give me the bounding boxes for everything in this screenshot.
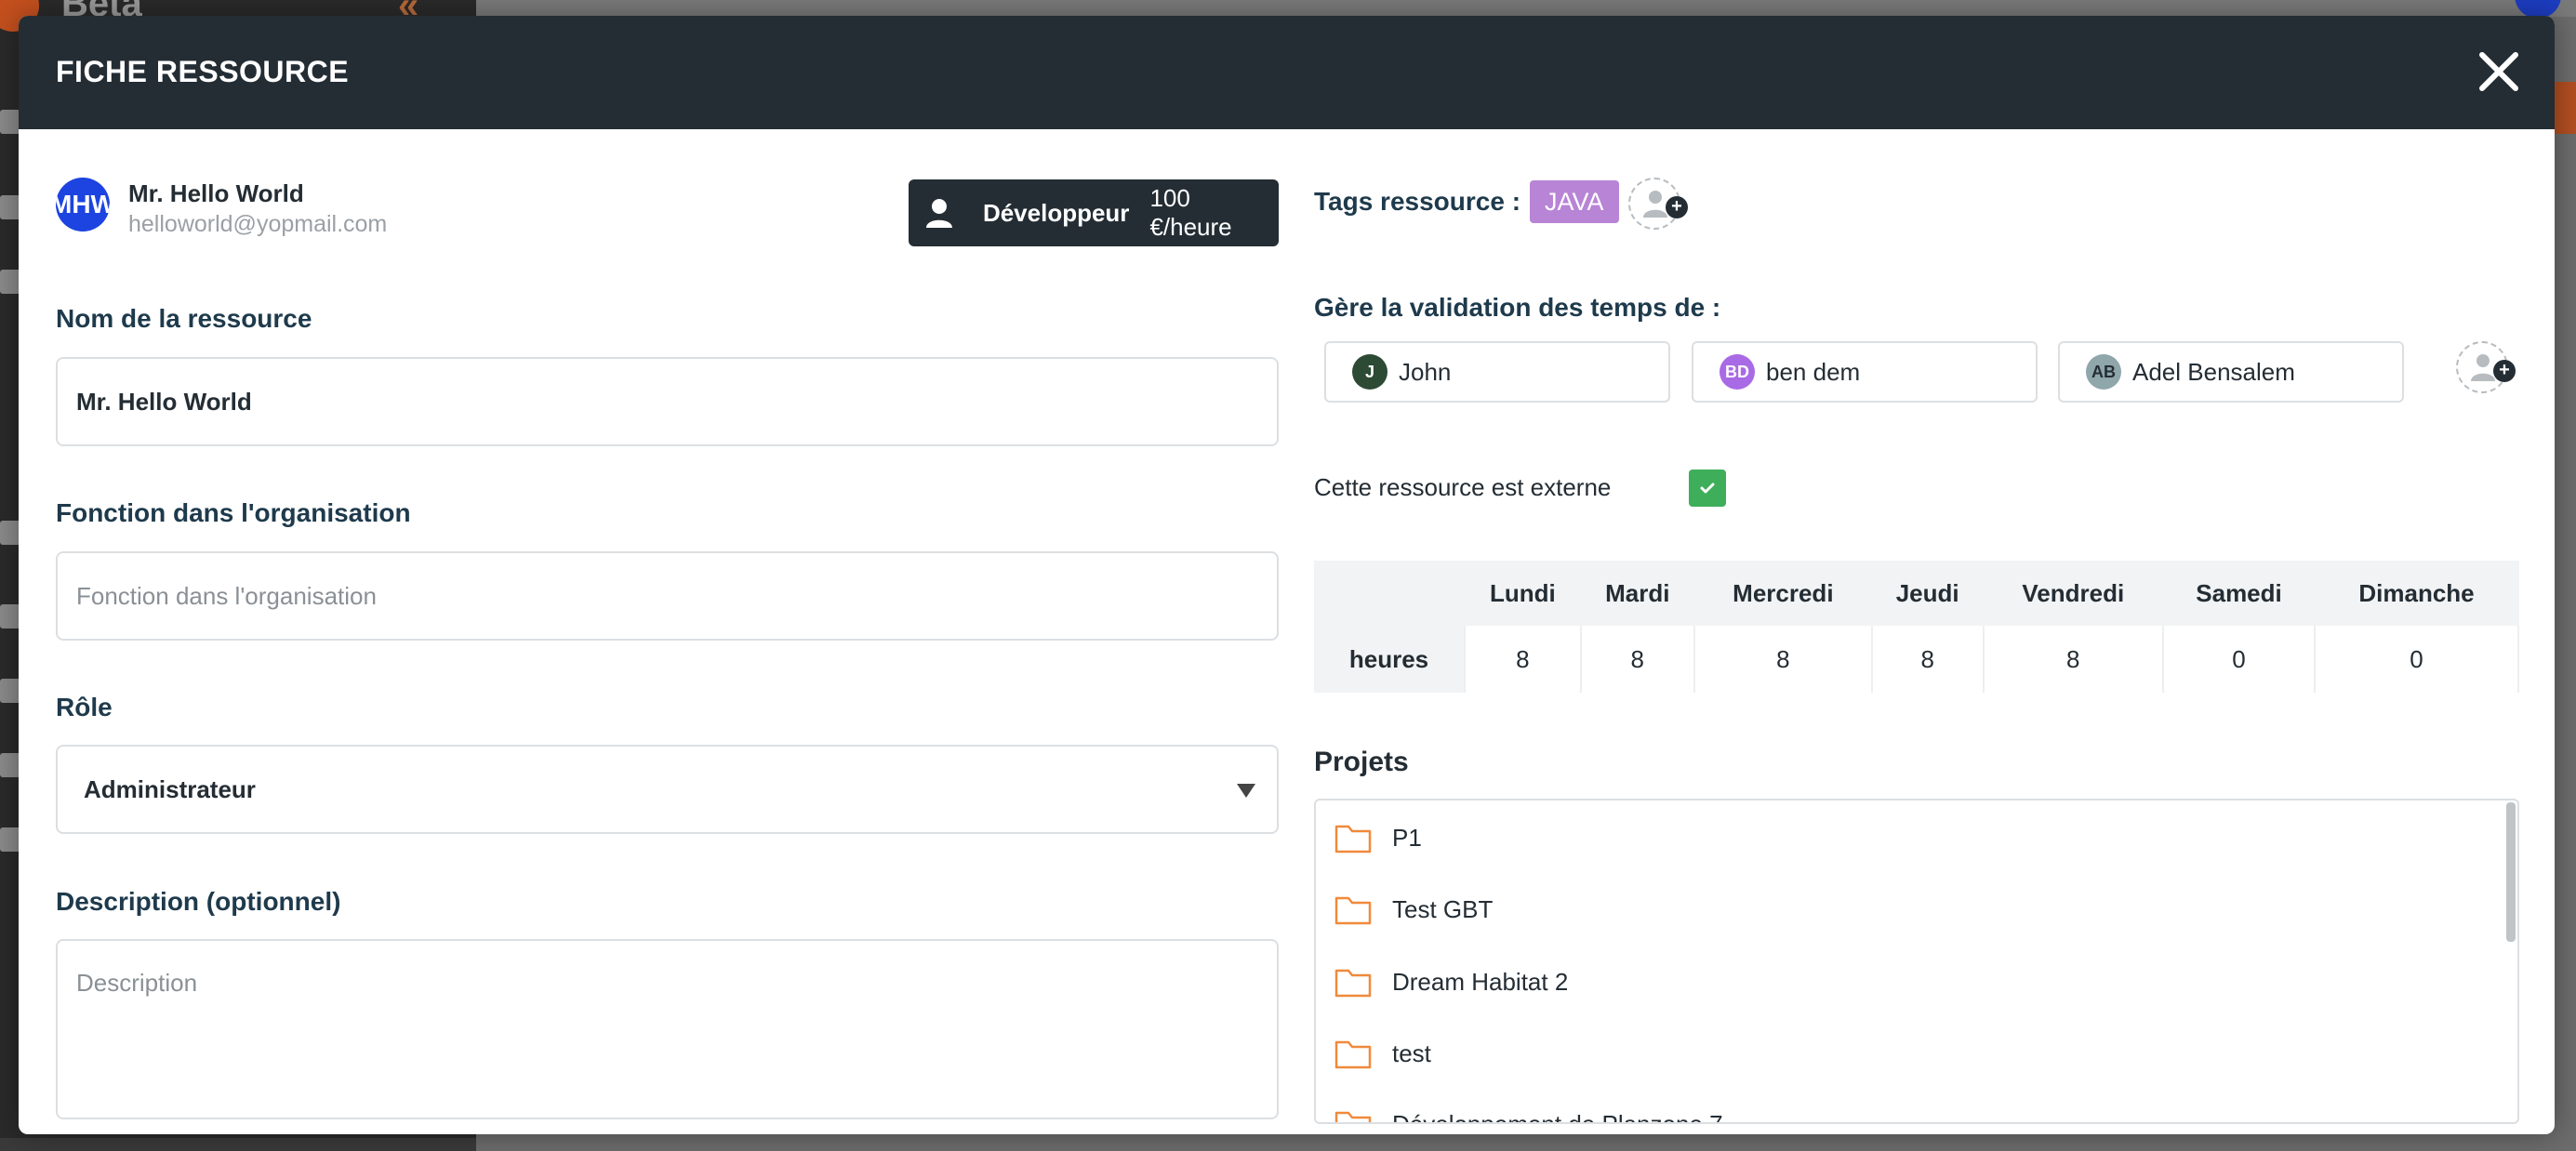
add-validator-button[interactable]: + [2456,341,2516,393]
user-name: Mr. Hello World [128,179,304,207]
table-corner [1314,561,1465,626]
project-name: test [1392,1039,1431,1067]
hours-cell[interactable]: 8 [1693,626,1873,693]
scrollbar[interactable] [2506,802,2516,942]
avatar: AB [2086,354,2121,390]
list-item[interactable]: Dream Habitat 2 [1334,963,1568,1000]
background-nav-icon [0,110,20,134]
function-input[interactable]: Fonction dans l'organisation [56,551,1279,641]
name-input[interactable]: Mr. Hello World [56,357,1279,446]
background-nav-icon [0,827,20,852]
external-label: Cette ressource est externe [1314,473,1612,501]
day-header: Lundi [1489,578,1556,607]
list-item[interactable]: P1 [1334,819,1422,856]
working-hours-table: Lundi Mardi Mercredi Jeudi Vendredi Same… [1314,561,2519,693]
background-nav-icon [0,604,20,628]
avatar: BD [1720,354,1755,390]
hours-cell[interactable]: 8 [1983,626,2165,693]
background-bottom-item [0,1138,476,1151]
chevron-down-icon [1237,784,1255,798]
tags-label: Tags ressource : [1314,187,1521,216]
list-item[interactable]: test [1334,1035,1431,1072]
function-label: Fonction dans l'organisation [56,498,411,527]
background-nav-icon [0,679,20,703]
name-label: Nom de la ressource [56,304,312,333]
person-name: ben dem [1766,357,1861,386]
user-summary: MHW Mr. Hello World helloworld@yopmail.c… [56,168,1279,246]
description-label: Description (optionnel) [56,887,341,916]
add-tag-button[interactable]: + [1628,178,1688,230]
person-name: Adel Bensalem [2132,357,2295,386]
project-name: P1 [1392,823,1422,852]
person-name: John [1399,357,1452,386]
plus-icon: + [2493,360,2516,382]
resource-modal: FICHE RESSOURCE MHW Mr. Hello World hell… [19,16,2555,1134]
project-name: Test GBT [1392,894,1494,923]
background-topbar [476,0,2576,17]
user-email: helloworld@yopmail.com [128,211,388,237]
hours-cell[interactable]: 8 [1580,626,1695,693]
validated-person-chip[interactable]: J John [1324,341,1670,403]
hours-cell[interactable]: 8 [1871,626,1985,693]
tag-chip[interactable]: JAVA [1530,180,1619,223]
list-item[interactable]: Développement de Planzone 7 [1334,1105,1723,1124]
day-header: Mardi [1605,578,1670,607]
modal-body: MHW Mr. Hello World helloworld@yopmail.c… [19,129,2555,1134]
role-select[interactable]: Administrateur [56,745,1279,834]
folder-icon [1334,1040,1372,1069]
folder-icon [1334,969,1372,998]
modal-title: FICHE RESSOURCE [56,55,350,88]
folder-icon [1334,825,1372,853]
day-header: Samedi [2196,578,2282,607]
modal-header: FICHE RESSOURCE [19,16,2555,129]
background-nav-icon [0,753,20,777]
hourly-rate: 100 €/heure [1149,184,1232,241]
plus-icon: + [1666,196,1688,218]
avatar: J [1352,354,1388,390]
row-header: heures [1314,626,1466,693]
background-nav-icon [0,195,20,219]
background-nav-icon [0,521,20,545]
project-name: Dream Habitat 2 [1392,967,1569,996]
role-label: Rôle [56,693,113,721]
day-header: Vendredi [2022,578,2125,607]
validation-label: Gère la validation des temps de : [1314,293,1721,322]
close-icon [2479,52,2518,91]
day-header: Jeudi [1895,578,1959,607]
list-item[interactable]: Test GBT [1334,891,1493,928]
background-nav-icon [0,270,20,294]
validated-person-chip[interactable]: BD ben dem [1692,341,2038,403]
role-rate-badge[interactable]: Développeur 100 €/heure [909,179,1279,246]
role-select-value: Administrateur [84,774,256,803]
close-button[interactable] [2471,44,2527,99]
check-icon [1700,483,1715,494]
projects-label: Projets [1314,747,1409,777]
table-row: heures 8 8 8 8 8 0 0 [1314,626,2519,693]
projects-list: P1 Test GBT Dream Habitat 2 test Dévelop… [1314,799,2519,1124]
avatar: MHW [56,178,110,232]
description-textarea[interactable]: Description [56,939,1279,1119]
external-checkbox[interactable] [1689,470,1726,507]
validated-person-chip[interactable]: AB Adel Bensalem [2058,341,2404,403]
hours-cell[interactable]: 0 [2315,626,2519,693]
role-name: Développeur [982,198,1130,227]
folder-icon [1334,896,1372,925]
hours-cell[interactable]: 0 [2163,626,2317,693]
folder-icon [1334,1111,1372,1122]
hours-cell[interactable]: 8 [1465,626,1582,693]
day-header: Mercredi [1733,578,1834,607]
person-icon [925,199,952,228]
day-header: Dimanche [2358,578,2475,607]
project-name: Développement de Planzone 7 [1392,1109,1723,1124]
